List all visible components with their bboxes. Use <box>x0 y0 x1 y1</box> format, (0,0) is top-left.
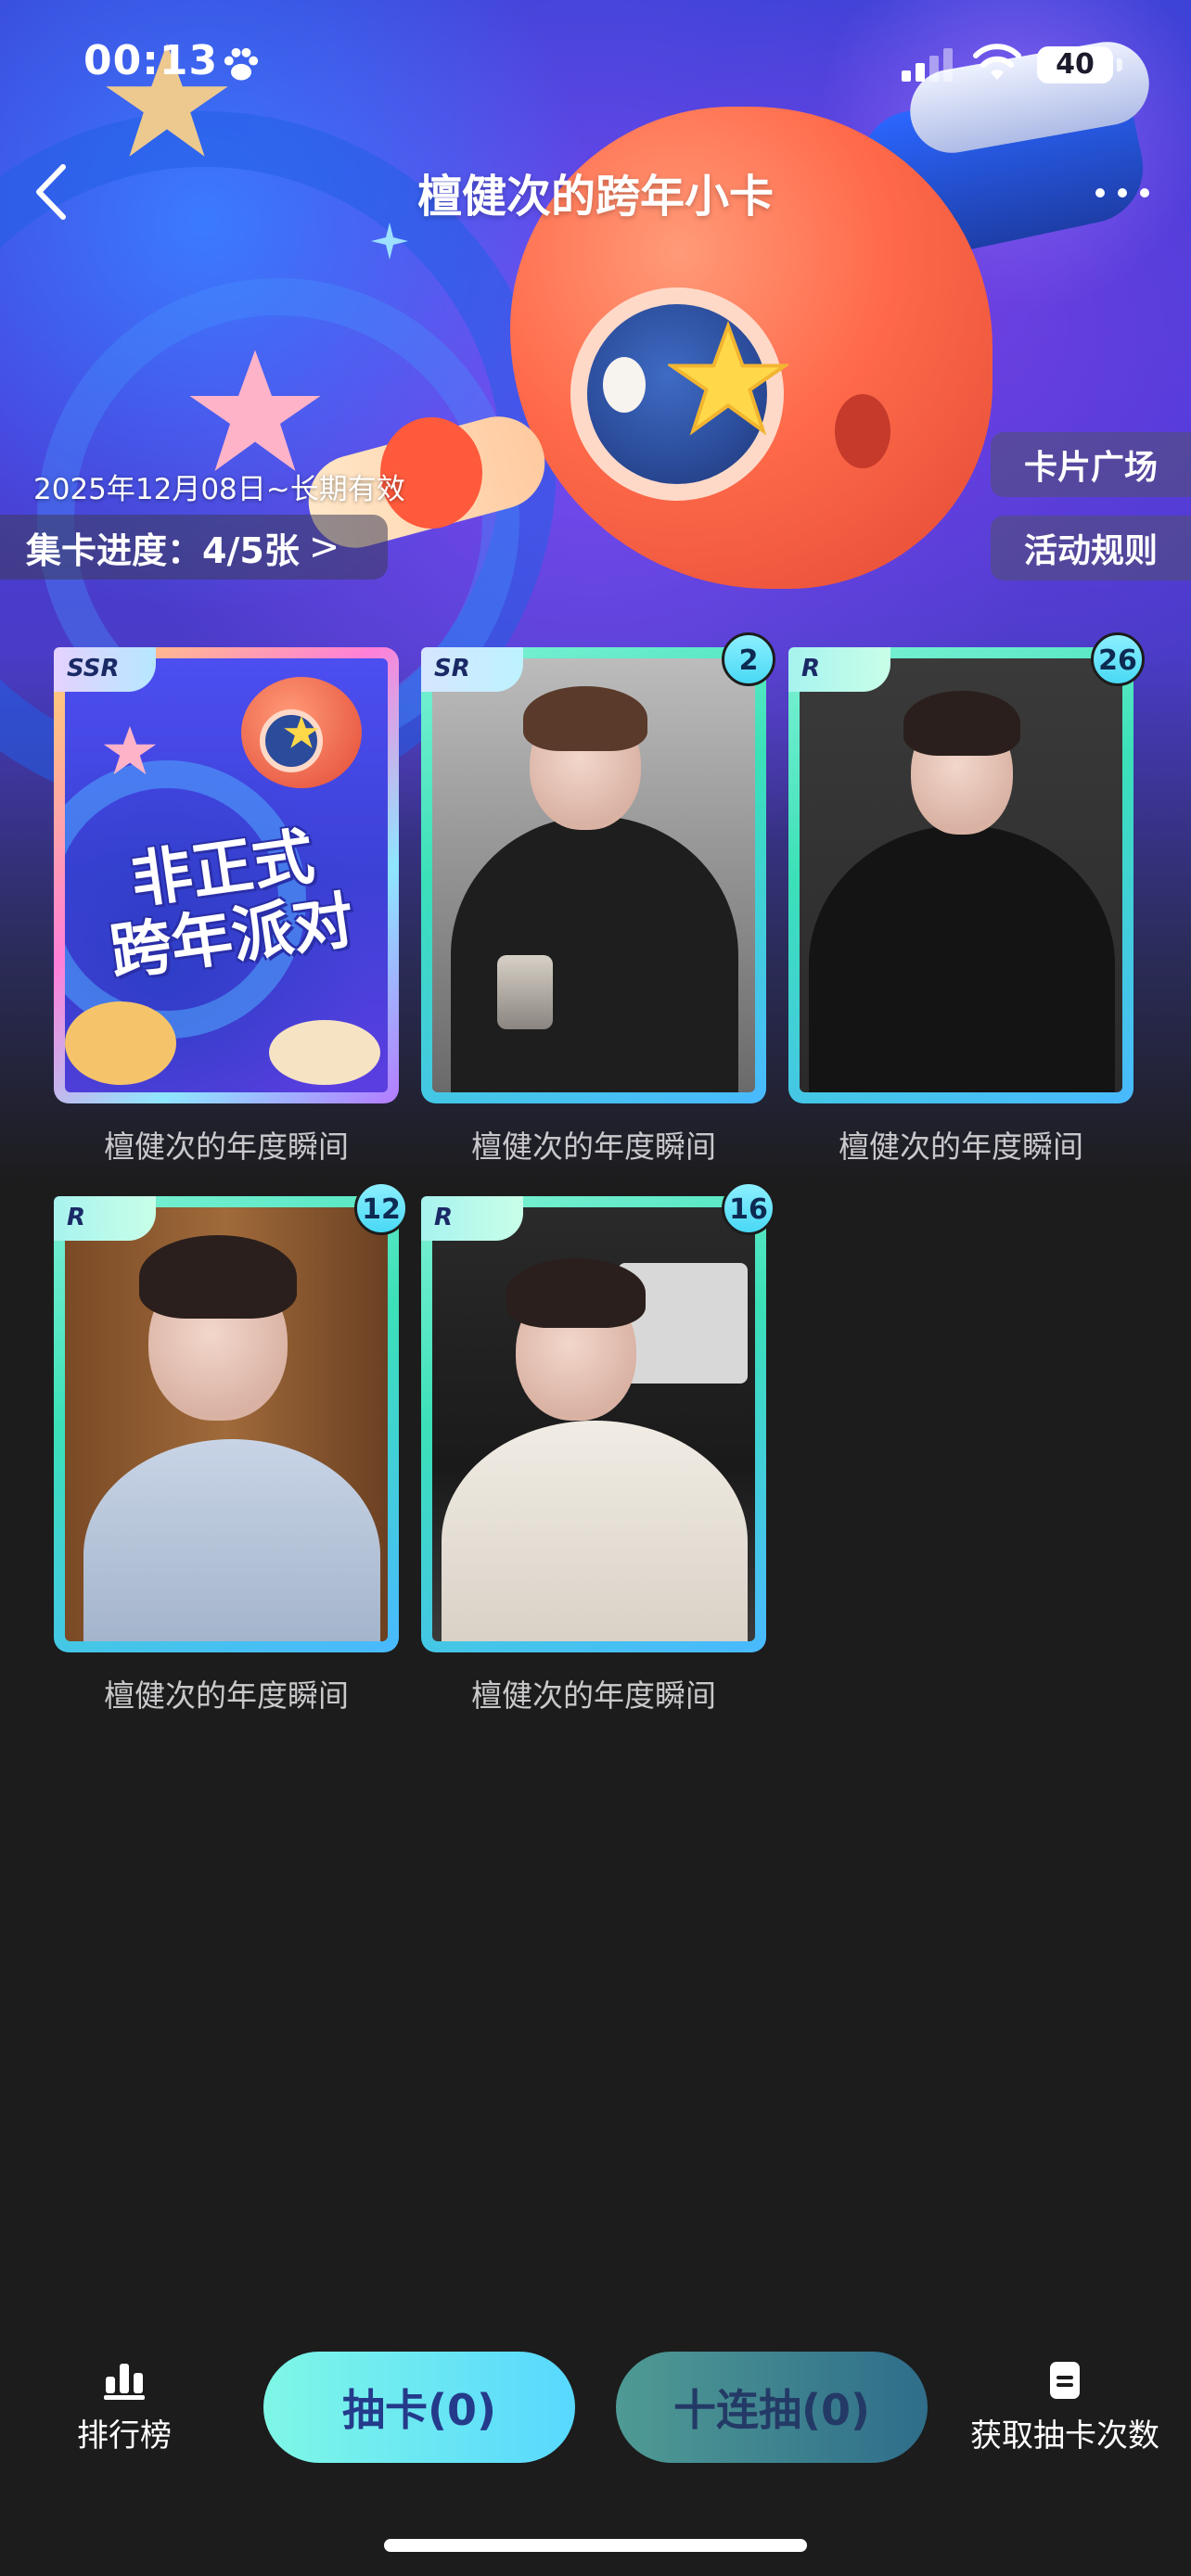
card-label: 檀健次的年度瞬间 <box>104 1677 349 1714</box>
card-photo <box>432 658 755 1092</box>
card-count-badge: 12 <box>354 1181 408 1235</box>
card-count-badge: 2 <box>722 632 775 686</box>
card-photo <box>800 658 1122 1092</box>
validity-period: 2025年12月08日~长期有效 <box>33 473 405 506</box>
wifi-icon <box>973 44 1021 80</box>
rarity-badge: R <box>788 647 890 692</box>
more-options-icon[interactable] <box>1085 174 1159 211</box>
draw-card-button[interactable]: 抽卡(0) <box>263 2352 575 2463</box>
status-time: 00:13 <box>83 37 219 84</box>
card-label: 檀健次的年度瞬间 <box>471 1129 716 1165</box>
leaderboard-tab[interactable]: 排行榜 <box>22 2360 226 2455</box>
card-item[interactable]: SR <box>421 647 766 1103</box>
get-draws-label: 获取抽卡次数 <box>970 2417 1159 2455</box>
star-icon <box>284 716 319 748</box>
rarity-badge: R <box>421 1196 523 1241</box>
sparkle-icon <box>371 223 408 260</box>
page-title: 檀健次的跨年小卡 <box>416 171 774 223</box>
paw-icon <box>224 47 259 81</box>
leaderboard-label: 排行榜 <box>77 2417 172 2455</box>
card-item[interactable]: R <box>421 1196 766 1652</box>
card-label: 檀健次的年度瞬间 <box>839 1129 1083 1165</box>
card-item[interactable]: 非正式 跨年派对 SSR <box>54 647 399 1103</box>
pink-star-icon <box>103 726 157 775</box>
card-item[interactable]: R <box>788 647 1133 1103</box>
card-count-badge: 16 <box>722 1181 775 1235</box>
document-icon <box>1050 2362 1080 2399</box>
page: 00:13 40 檀健次的跨年小卡 2025年12月08日~长期有效 集卡进度：… <box>0 0 1191 2576</box>
card-label: 檀健次的年度瞬间 <box>104 1129 349 1165</box>
rarity-badge: R <box>54 1196 156 1241</box>
card-photo <box>432 1207 755 1641</box>
pink-star-icon <box>189 350 321 471</box>
card-label: 檀健次的年度瞬间 <box>471 1677 716 1714</box>
cellular-signal-icon <box>902 48 953 82</box>
rarity-badge: SSR <box>54 647 156 692</box>
card-count-badge: 26 <box>1091 632 1145 686</box>
collection-progress-button[interactable]: 集卡进度：4/5张 > <box>0 515 388 580</box>
get-draws-tab[interactable]: 获取抽卡次数 <box>963 2360 1167 2455</box>
chevron-right-icon: > <box>308 526 340 568</box>
leaderboard-icon <box>104 2364 145 2400</box>
star-eye-icon <box>668 320 788 436</box>
card-artwork: 非正式 跨年派对 <box>65 658 388 1092</box>
ten-draw-button[interactable]: 十连抽(0) <box>616 2352 928 2463</box>
card-photo <box>65 1207 388 1641</box>
event-rules-button[interactable]: 活动规则 <box>991 516 1191 580</box>
card-square-button[interactable]: 卡片广场 <box>991 432 1191 497</box>
card-item[interactable]: R <box>54 1196 399 1652</box>
home-indicator[interactable] <box>384 2539 807 2552</box>
collection-progress-label: 集卡进度：4/5张 <box>26 529 300 571</box>
battery-indicator: 40 <box>1037 46 1122 83</box>
rarity-badge: SR <box>421 647 523 692</box>
